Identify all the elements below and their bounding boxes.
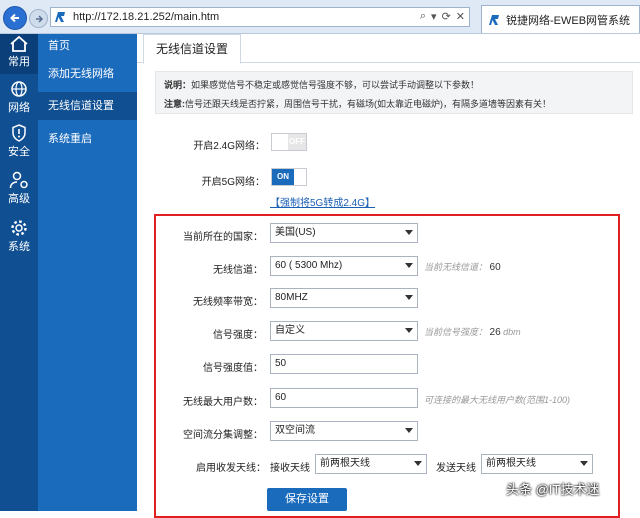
address-tools: ⌕ ▾ ⟳ ✕ — [420, 10, 465, 23]
current-channel-hint: 当前无线信道： 60 — [424, 260, 501, 273]
notice-title: 说明： — [164, 80, 192, 90]
search-icon[interactable]: ⌕ — [420, 10, 426, 23]
home-icon — [10, 36, 28, 52]
notice-text: 如果感觉信号不稳定或感觉信号强度不够，可以尝试手动调整以下参数！ — [191, 80, 480, 90]
tab-title: 锐捷网络-EWEB网管系统 — [506, 14, 631, 27]
menu-item-home[interactable]: 首页 — [38, 32, 137, 60]
nav-network[interactable]: 网络 — [0, 76, 38, 116]
power-select[interactable]: 自定义 — [270, 321, 418, 341]
notice-box: 说明：如果感觉信号不稳定或感觉信号强度不够，可以尝试手动调整以下参数！ 注意:信… — [155, 71, 633, 114]
max-users-input[interactable]: 60 — [270, 388, 418, 408]
arrow-left-icon — [10, 13, 19, 23]
band5-toggle[interactable]: ON — [271, 168, 307, 186]
chevron-down-icon — [414, 461, 422, 466]
select-value: 自定义 — [275, 325, 305, 336]
gear-icon — [11, 220, 27, 236]
chevron-down-icon — [405, 230, 413, 235]
warning-text: 信号还跟天线是否拧紧，周围信号干扰，有磁场(如太靠近电磁炉)，有隔多道墙等因素有… — [185, 99, 551, 109]
band5-label: 开启5G网络： — [201, 177, 265, 188]
select-value: 双空间流 — [275, 425, 315, 436]
power-value-input[interactable]: 50 — [270, 354, 418, 374]
nav-common[interactable]: 常用 — [0, 34, 38, 74]
shield-icon — [12, 124, 26, 142]
nav-system[interactable]: 系统 — [0, 217, 38, 257]
page-tabstrip: 无线信道设置 — [137, 34, 640, 64]
chevron-down-icon — [405, 263, 413, 268]
tx-label: 发送天线 — [436, 463, 476, 474]
rx-antenna-select[interactable]: 前两根天线 — [315, 454, 427, 474]
stream-select[interactable]: 双空间流 — [270, 421, 418, 441]
menu-item-reboot[interactable]: 系统重启 — [38, 125, 137, 153]
menu-item-add-wireless[interactable]: 添加无线网络 — [38, 60, 137, 88]
nav-security[interactable]: 安全 — [0, 122, 38, 162]
menu-item-channel-settings[interactable]: 无线信道设置 — [38, 92, 137, 120]
select-value: 60 ( 5300 Mhz) — [275, 260, 343, 271]
hint-label: 当前无线信道： — [424, 262, 488, 272]
bandwidth-select[interactable]: 80MHZ — [270, 288, 418, 308]
secondary-nav: 首页 添加无线网络 无线信道设置 系统重启 — [38, 34, 137, 511]
dropdown-icon[interactable]: ▾ — [431, 10, 437, 23]
arrow-right-icon — [35, 14, 43, 23]
main-content: 无线信道设置 说明：如果感觉信号不稳定或感觉信号强度不够，可以尝试手动调整以下参… — [137, 34, 640, 518]
max-users-hint: 可连接的最大无线用户数(范围1-100) — [424, 395, 571, 405]
hint-value: 60 — [489, 262, 501, 273]
tab-channel-settings[interactable]: 无线信道设置 — [143, 34, 242, 64]
nav-label: 安全 — [8, 146, 30, 158]
power-label: 信号强度： — [213, 330, 263, 341]
nav-label: 常用 — [8, 56, 30, 68]
toggle-state: ON — [272, 169, 294, 185]
user-gear-icon — [9, 171, 28, 189]
chevron-down-icon — [580, 461, 588, 466]
watermark: 头条 @IT技术迷 — [506, 482, 600, 497]
select-value: 前两根天线 — [320, 458, 370, 469]
force-24g-link[interactable]: 【强制将5G转成2.4G】 — [270, 194, 375, 209]
stream-label: 空间流分集调整： — [183, 430, 263, 441]
channel-select[interactable]: 60 ( 5300 Mhz) — [270, 256, 418, 276]
forward-button[interactable] — [29, 9, 48, 28]
toggle-state: OFF — [288, 134, 306, 150]
ruijie-logo-icon — [55, 12, 65, 22]
max-users-label: 无线最大用户数： — [183, 397, 263, 408]
back-button[interactable] — [3, 6, 27, 30]
ruijie-logo-icon — [489, 14, 499, 25]
chevron-down-icon — [405, 328, 413, 333]
band24-toggle[interactable]: OFF — [271, 133, 307, 151]
browser-tab[interactable]: 锐捷网络-EWEB网管系统 — [481, 5, 640, 33]
nav-label: 高级 — [8, 193, 30, 205]
browser-toolbar: http://172.18.21.252/main.htm ⌕ ▾ ⟳ ✕ 锐捷… — [0, 0, 640, 34]
tx-antenna-select[interactable]: 前两根天线 — [481, 454, 593, 474]
refresh-icon[interactable]: ⟳ — [442, 10, 451, 23]
stop-icon[interactable]: ✕ — [456, 10, 465, 23]
chevron-down-icon — [405, 295, 413, 300]
network-globe-icon — [11, 81, 27, 97]
country-label: 当前所在的国家： — [183, 232, 263, 243]
nav-advanced[interactable]: 高级 — [0, 169, 38, 209]
primary-nav: 常用 网络 安全 高级 系统 — [0, 34, 38, 511]
rx-label: 接收天线 — [270, 463, 310, 474]
band24-label: 开启2.4G网络： — [193, 141, 265, 152]
power-value-label: 信号强度值： — [203, 363, 263, 374]
hint-unit: dbm — [503, 327, 521, 337]
select-value: 前两根天线 — [486, 458, 536, 469]
antenna-label: 启用收发天线： — [196, 463, 266, 474]
select-value: 美国(US) — [275, 227, 316, 238]
bandwidth-label: 无线频率带宽： — [193, 297, 263, 308]
select-value: 80MHZ — [275, 292, 308, 303]
hint-value: 26 — [489, 327, 501, 338]
warning-title: 注意: — [164, 99, 185, 109]
hint-label: 当前信号强度： — [424, 327, 488, 337]
channel-label: 无线信道： — [213, 265, 263, 276]
chevron-down-icon — [405, 428, 413, 433]
country-select[interactable]: 美国(US) — [270, 223, 418, 243]
address-bar[interactable]: http://172.18.21.252/main.htm ⌕ ▾ ⟳ ✕ — [50, 7, 470, 27]
nav-label: 系统 — [8, 241, 30, 253]
url-text: http://172.18.21.252/main.htm — [73, 11, 220, 23]
save-button[interactable]: 保存设置 — [267, 488, 347, 511]
current-power-hint: 当前信号强度： 26 dbm — [424, 325, 521, 338]
nav-label: 网络 — [8, 102, 30, 114]
